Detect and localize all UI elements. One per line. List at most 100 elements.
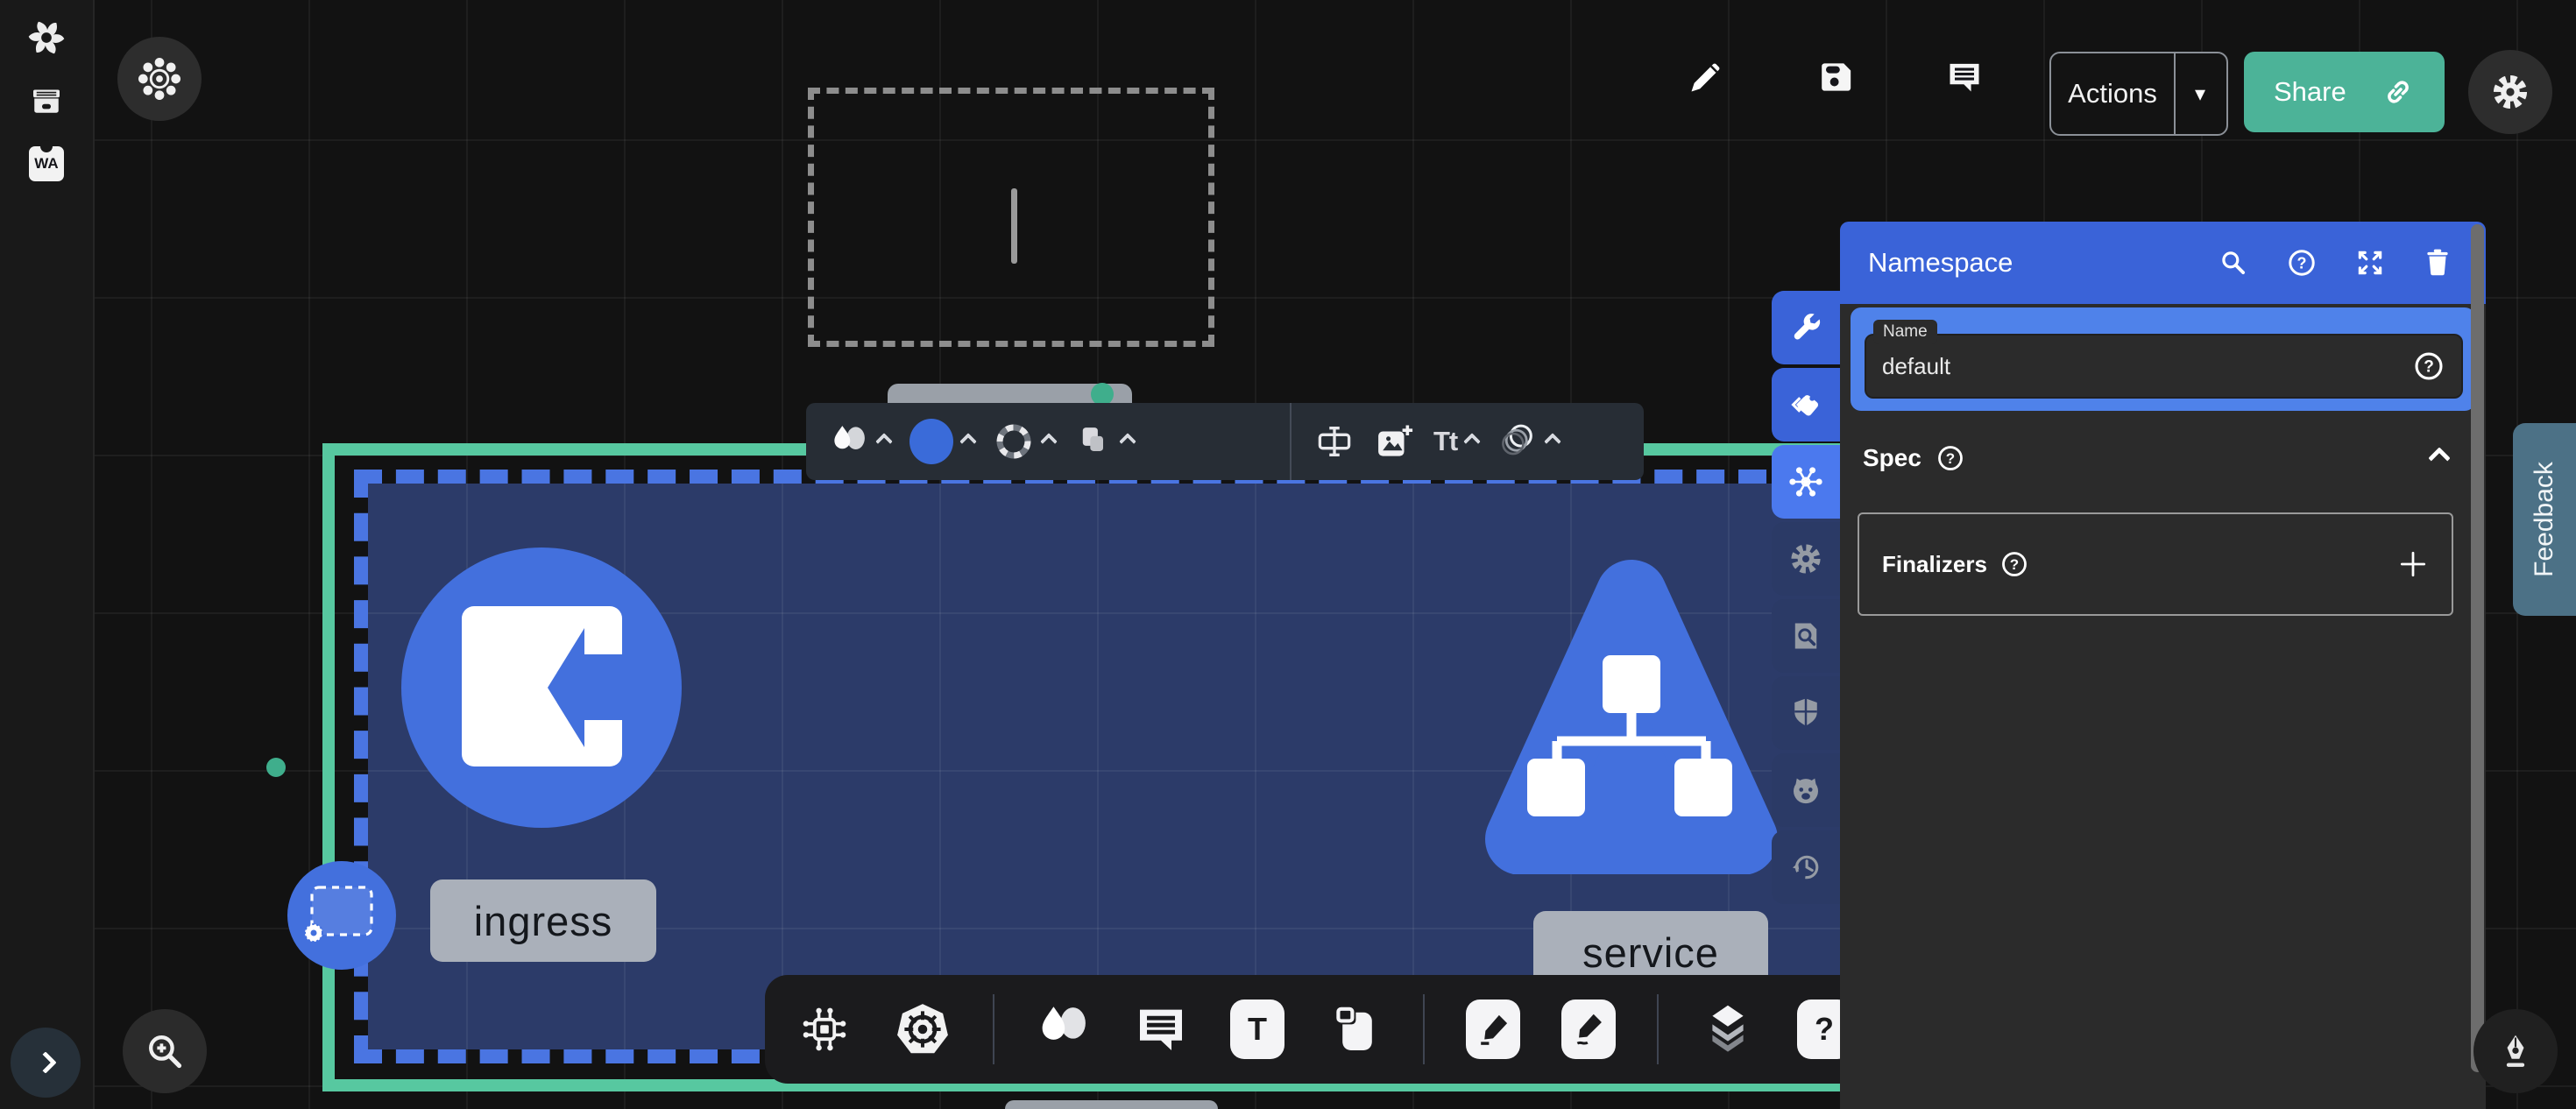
- pen-ruler-icon: [1473, 1009, 1513, 1049]
- share-label: Share: [2274, 76, 2346, 108]
- panel-title: Namespace: [1868, 247, 2218, 279]
- insert-toolbar: T ?: [765, 975, 1884, 1084]
- help-tool-icon: ?: [1815, 1011, 1834, 1048]
- tab-settings[interactable]: [1772, 522, 1840, 596]
- chevron-up-icon: [1040, 433, 1058, 450]
- sidebar-expand-button[interactable]: [11, 1028, 81, 1098]
- archive-icon[interactable]: [29, 83, 64, 118]
- tab-wrench[interactable]: [1772, 291, 1840, 364]
- opacity-icon: [1497, 421, 1538, 462]
- ingress-label[interactable]: ingress: [430, 879, 656, 962]
- name-input[interactable]: default: [1865, 334, 2463, 399]
- pen-mode-button[interactable]: [2473, 1009, 2558, 1093]
- search-icon[interactable]: [2218, 247, 2249, 279]
- edit-icon[interactable]: [1687, 58, 1725, 96]
- text-cursor: [1011, 188, 1017, 264]
- zoom-in-icon: [145, 1031, 185, 1071]
- tab-security[interactable]: [1772, 676, 1840, 750]
- layers-tool-icon[interactable]: [1700, 1001, 1756, 1057]
- help-icon[interactable]: [1936, 443, 1965, 473]
- help-icon[interactable]: [2286, 247, 2318, 279]
- github-icon: [1787, 772, 1824, 809]
- text-tool[interactable]: T: [1230, 1000, 1284, 1059]
- tab-manifest-search[interactable]: [1772, 599, 1840, 673]
- wa-notch: [40, 140, 53, 152]
- wa-badge[interactable]: WA: [29, 146, 64, 181]
- ingress-node[interactable]: [401, 547, 682, 828]
- shapes-style-button[interactable]: [829, 421, 890, 462]
- service-node[interactable]: [1481, 541, 1779, 874]
- nodes-flower-icon: [1787, 463, 1824, 500]
- chevron-up-icon: [1119, 433, 1136, 450]
- gear-icon: [1788, 541, 1823, 576]
- shapes-icon: [829, 421, 869, 462]
- help-icon[interactable]: [1999, 549, 2029, 579]
- name-field-card: default Name: [1851, 307, 2475, 411]
- help-icon[interactable]: [2412, 350, 2445, 383]
- tag-icon: [1788, 387, 1823, 422]
- namespace-panel: Namespace default: [1840, 222, 2486, 1109]
- fill-color-button[interactable]: [909, 419, 974, 464]
- nodes-flower-icon: [137, 56, 182, 102]
- wrench-icon: [1788, 310, 1823, 345]
- pencil-tool[interactable]: [1561, 1000, 1616, 1059]
- kubernetes-helm-icon[interactable]: [894, 1000, 952, 1058]
- tab-github[interactable]: [1772, 753, 1840, 827]
- panel-scrollbar[interactable]: [2471, 224, 2484, 1072]
- share-button[interactable]: Share: [2244, 52, 2445, 132]
- feedback-tab[interactable]: Feedback: [2513, 423, 2576, 616]
- pen-nib-icon: [2495, 1031, 2536, 1071]
- copy-style-button[interactable]: [1074, 422, 1134, 461]
- circuit-icon[interactable]: [796, 1001, 853, 1057]
- frame-tool-icon[interactable]: [1326, 1001, 1382, 1057]
- chevron-up-icon: [959, 433, 977, 450]
- text-format-button[interactable]: Tt: [1433, 426, 1478, 457]
- gear-icon: [2490, 72, 2530, 112]
- name-value: default: [1882, 353, 2412, 380]
- add-finalizer-button[interactable]: [2397, 548, 2429, 580]
- feedback-label: Feedback: [2530, 462, 2559, 577]
- link-icon: [2381, 75, 2415, 109]
- caret-down-icon: ▾: [2195, 81, 2205, 107]
- comment-tool-icon[interactable]: [1133, 1001, 1189, 1057]
- actions-button[interactable]: Actions ▾: [2049, 52, 2228, 136]
- collapse-chevron-icon[interactable]: [2428, 447, 2450, 469]
- zoom-button[interactable]: [123, 1009, 207, 1093]
- actions-dropdown[interactable]: ▾: [2174, 53, 2225, 134]
- namespace-badge[interactable]: [287, 861, 396, 970]
- actions-label: Actions: [2051, 78, 2174, 109]
- chevron-right-icon: [34, 1051, 56, 1073]
- tab-tag[interactable]: [1772, 368, 1840, 441]
- stroke-style-button[interactable]: [994, 421, 1055, 462]
- tab-kubernetes-nodes[interactable]: [1772, 445, 1840, 519]
- expand-icon[interactable]: [2354, 247, 2386, 279]
- history-icon: [1788, 850, 1823, 885]
- tab-history[interactable]: [1772, 830, 1840, 904]
- pencil-icon: [1568, 1009, 1609, 1049]
- settings-button[interactable]: [2468, 50, 2552, 134]
- opacity-button[interactable]: [1497, 421, 1559, 462]
- inspector-tab-strip: [1772, 291, 1840, 908]
- finalizers-group: Finalizers: [1858, 512, 2453, 616]
- chevron-up-icon: [1463, 433, 1481, 450]
- connection-handle-left[interactable]: [266, 758, 286, 777]
- cluster-button[interactable]: [117, 37, 202, 121]
- save-icon[interactable]: [1816, 58, 1855, 96]
- chevron-up-icon: [875, 433, 893, 450]
- resize-width-icon[interactable]: [1314, 421, 1355, 462]
- app-logo-icon[interactable]: [24, 15, 69, 60]
- spec-label: Spec: [1863, 444, 1921, 472]
- shapes-tool-icon[interactable]: [1036, 1001, 1092, 1057]
- panel-header: Namespace: [1840, 222, 2486, 304]
- comment-icon[interactable]: [1945, 58, 1984, 96]
- dashed-circle-icon: [994, 421, 1034, 462]
- wa-label: WA: [34, 155, 58, 173]
- name-field-label: Name: [1873, 320, 1937, 344]
- spec-section-header[interactable]: Spec: [1840, 443, 2486, 473]
- pen-ruler-tool[interactable]: [1466, 1000, 1520, 1059]
- chevron-up-icon: [1544, 433, 1561, 450]
- manifest-search-icon: [1788, 618, 1823, 653]
- copy-style-icon: [1074, 422, 1113, 461]
- add-image-icon[interactable]: [1374, 421, 1414, 462]
- delete-icon[interactable]: [2423, 247, 2452, 279]
